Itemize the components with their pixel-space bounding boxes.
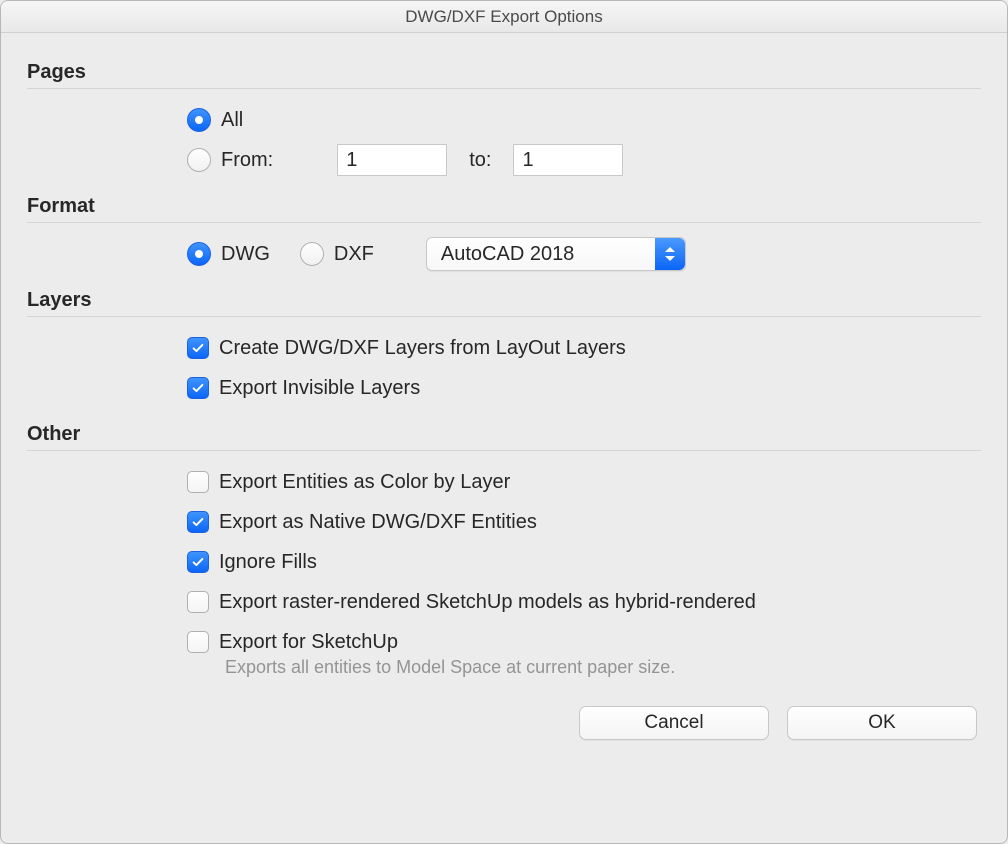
format-version-select[interactable]: AutoCAD 2018 (426, 237, 686, 271)
pages-from-input[interactable] (337, 144, 447, 176)
checkbox-native-entities[interactable] (187, 511, 209, 533)
checkbox-raster-hybrid-label: Export raster-rendered SketchUp models a… (219, 591, 756, 614)
checkbox-ignore-fills-label: Ignore Fills (219, 551, 317, 574)
checkbox-export-for-sketchup-label: Export for SketchUp (219, 631, 398, 654)
other-forsketchup-row: Export for SketchUp (187, 625, 981, 659)
radio-format-dwg-label: DWG (221, 243, 270, 266)
radio-pages-all[interactable] (187, 108, 211, 132)
format-version-value: AutoCAD 2018 (441, 243, 574, 266)
format-row: DWG DXF AutoCAD 2018 (187, 237, 981, 271)
pages-to-input[interactable] (513, 144, 623, 176)
checkbox-ignore-fills[interactable] (187, 551, 209, 573)
other-ignorefills-row: Ignore Fills (187, 545, 981, 579)
checkbox-export-invisible-label: Export Invisible Layers (219, 377, 420, 400)
other-rasterhybrid-row: Export raster-rendered SketchUp models a… (187, 585, 981, 619)
other-colorbylayer-row: Export Entities as Color by Layer (187, 465, 981, 499)
dialog-button-row: Cancel OK (27, 706, 981, 740)
chevrons-up-down-icon (655, 238, 685, 270)
radio-format-dwg[interactable] (187, 242, 211, 266)
pages-all-row: All (187, 103, 981, 137)
checkbox-native-entities-label: Export as Native DWG/DXF Entities (219, 511, 537, 534)
cancel-button[interactable]: Cancel (579, 706, 769, 740)
layers-invisible-row: Export Invisible Layers (187, 371, 981, 405)
other-native-row: Export as Native DWG/DXF Entities (187, 505, 981, 539)
radio-pages-all-label: All (221, 109, 243, 132)
section-header-other: Other (27, 423, 981, 451)
radio-format-dxf-label: DXF (334, 243, 374, 266)
radio-pages-from-label: From: (221, 149, 273, 172)
checkbox-export-for-sketchup[interactable] (187, 631, 209, 653)
checkbox-raster-hybrid[interactable] (187, 591, 209, 613)
checkbox-create-layers-label: Create DWG/DXF Layers from LayOut Layers (219, 337, 626, 360)
ok-button[interactable]: OK (787, 706, 977, 740)
checkbox-export-invisible[interactable] (187, 377, 209, 399)
section-header-pages: Pages (27, 61, 981, 89)
export-options-dialog: DWG/DXF Export Options Pages All From: t… (0, 0, 1008, 844)
layers-create-row: Create DWG/DXF Layers from LayOut Layers (187, 331, 981, 365)
checkbox-color-by-layer[interactable] (187, 471, 209, 493)
export-for-sketchup-helper: Exports all entities to Model Space at c… (187, 657, 981, 678)
checkbox-create-layers[interactable] (187, 337, 209, 359)
pages-to-label: to: (469, 149, 491, 172)
radio-format-dxf[interactable] (300, 242, 324, 266)
pages-from-row: From: to: (187, 143, 981, 177)
window-title: DWG/DXF Export Options (1, 1, 1007, 33)
radio-pages-from[interactable] (187, 148, 211, 172)
section-header-layers: Layers (27, 289, 981, 317)
checkbox-color-by-layer-label: Export Entities as Color by Layer (219, 471, 510, 494)
section-header-format: Format (27, 195, 981, 223)
dialog-content: Pages All From: to: Format DWG DXF AutoC… (1, 33, 1007, 760)
